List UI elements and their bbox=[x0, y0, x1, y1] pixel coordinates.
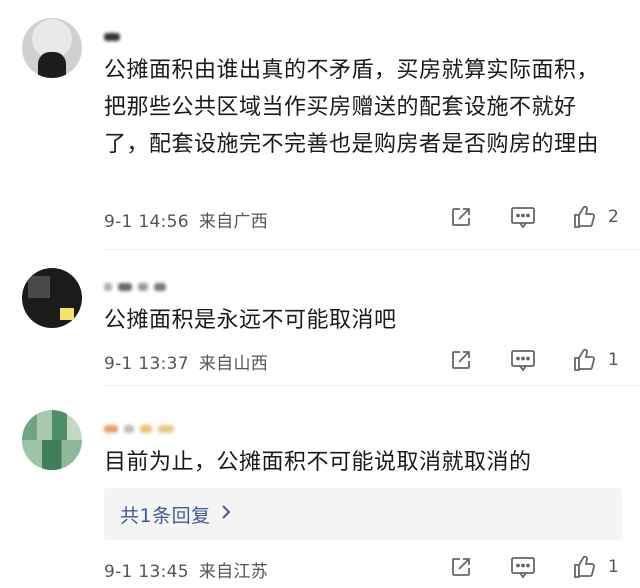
thumbs-up-icon[interactable] bbox=[570, 347, 600, 373]
avatar[interactable] bbox=[22, 268, 82, 328]
replies-box[interactable]: 共1条回复 bbox=[104, 488, 622, 540]
replies-link[interactable]: 共1条回复 bbox=[120, 501, 211, 528]
comment-text: 目前为止，公摊面积不可能说取消就取消的 bbox=[104, 450, 532, 475]
share-icon[interactable] bbox=[446, 204, 476, 230]
comment-location: 来自山西 bbox=[198, 354, 269, 374]
share-icon[interactable] bbox=[446, 554, 476, 580]
comment-text: 公摊面积由谁出真的不矛盾，买房就算实际面积，把那些公共区域当作买房赠送的配套设施… bbox=[104, 58, 600, 157]
comment-item: 目前为止，公摊面积不可能说取消就取消的 共1条回复 9-1 13:45 来自江苏 … bbox=[0, 386, 640, 588]
comment-icon[interactable] bbox=[508, 204, 538, 230]
comment-actions: 2 bbox=[414, 204, 622, 230]
comment-text: 公摊面积是永远不可能取消吧 bbox=[104, 308, 397, 333]
avatar[interactable] bbox=[22, 18, 82, 78]
comment-time: 9-1 14:56 bbox=[104, 212, 189, 232]
like-count: 1 bbox=[608, 557, 619, 577]
comment-location: 来自广西 bbox=[198, 212, 269, 232]
comment-item: 公摊面积是永远不可能取消吧 9-1 13:37 来自山西 1 bbox=[0, 250, 640, 386]
comment-time: 9-1 13:45 bbox=[104, 562, 189, 582]
chevron-right-icon bbox=[221, 504, 231, 525]
avatar[interactable] bbox=[22, 410, 82, 470]
comment-item: 公摊面积由谁出真的不矛盾，买房就算实际面积，把那些公共区域当作买房赠送的配套设施… bbox=[0, 0, 640, 250]
comment-actions: 1 bbox=[414, 347, 622, 373]
like-count: 1 bbox=[608, 350, 619, 370]
comment-icon[interactable] bbox=[508, 554, 538, 580]
username-blurred[interactable] bbox=[104, 422, 174, 436]
comment-meta: 9-1 13:37 来自山西 bbox=[104, 349, 278, 374]
like-count: 2 bbox=[608, 207, 619, 227]
username-blurred[interactable] bbox=[104, 280, 166, 294]
comment-actions: 1 bbox=[414, 554, 622, 580]
comment-icon[interactable] bbox=[508, 347, 538, 373]
comment-time: 9-1 13:37 bbox=[104, 354, 189, 374]
username-blurred[interactable] bbox=[104, 30, 120, 44]
thumbs-up-icon[interactable] bbox=[570, 204, 600, 230]
share-icon[interactable] bbox=[446, 347, 476, 373]
comment-meta: 9-1 13:45 来自江苏 bbox=[104, 557, 278, 582]
comment-meta: 9-1 14:56 来自广西 bbox=[104, 207, 278, 232]
thumbs-up-icon[interactable] bbox=[570, 554, 600, 580]
comment-location: 来自江苏 bbox=[198, 562, 269, 582]
